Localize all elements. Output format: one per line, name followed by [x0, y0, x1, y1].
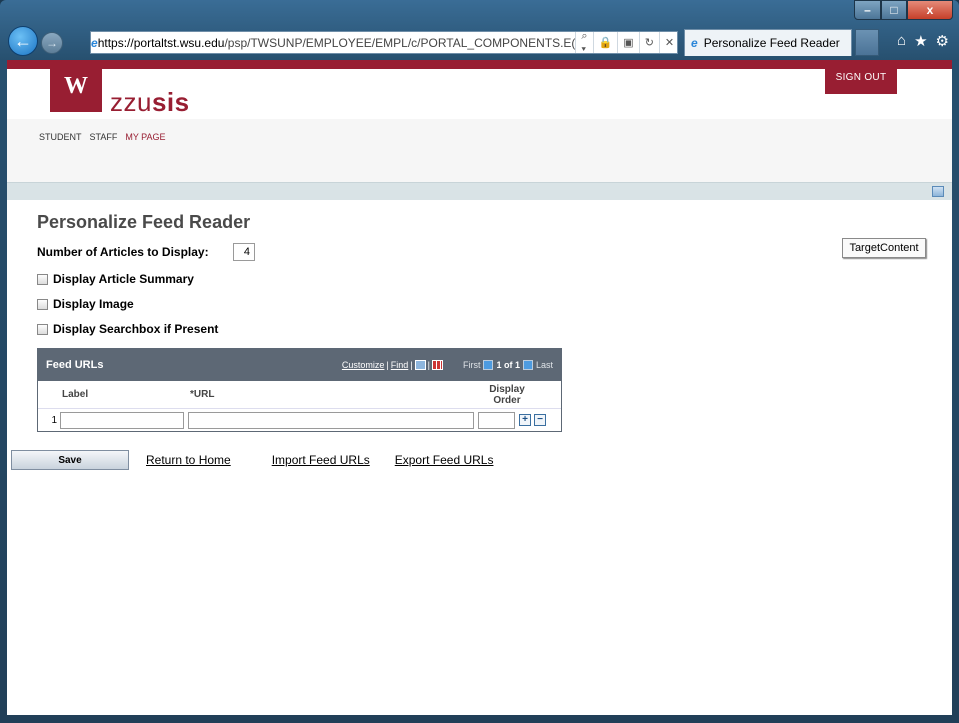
- forward-button[interactable]: →: [41, 32, 63, 54]
- menu-item-staff[interactable]: STAFF: [90, 132, 118, 182]
- ie-tab-icon: e: [691, 36, 698, 50]
- url-host: portaltst.wsu.edu: [133, 35, 225, 50]
- find-link[interactable]: Find: [391, 360, 409, 370]
- import-feed-urls-link[interactable]: Import Feed URLs: [272, 453, 370, 467]
- return-to-home-link[interactable]: Return to Home: [146, 453, 231, 467]
- window-controls: – □ x: [854, 0, 953, 20]
- favorites-star-icon[interactable]: ★: [914, 32, 927, 50]
- previous-arrow-icon[interactable]: [483, 360, 494, 370]
- display-image-checkbox[interactable]: [37, 298, 48, 310]
- display-image-label: Display Image: [53, 297, 134, 311]
- url-scheme: https://: [97, 35, 134, 50]
- next-arrow-icon[interactable]: [522, 360, 533, 370]
- target-content-button[interactable]: TargetContent: [842, 238, 926, 258]
- delete-row-icon[interactable]: −: [534, 414, 546, 426]
- main-menu: STUDENT STAFF MY PAGE: [7, 119, 952, 182]
- column-display-order: Display Order: [489, 383, 525, 406]
- option-row[interactable]: Display Searchbox if Present: [37, 322, 952, 336]
- action-row: Save Return to Home Import Feed URLs Exp…: [11, 450, 952, 470]
- row-number: 1: [51, 414, 57, 426]
- display-summary-checkbox[interactable]: [37, 273, 48, 285]
- page-info: 1 of 1: [496, 360, 520, 370]
- column-label: Label: [62, 389, 89, 400]
- menu-item-student[interactable]: STUDENT: [39, 132, 82, 182]
- browser-window: – □ x ← → e https://portaltst.wsu.edu/ps…: [0, 0, 959, 723]
- utility-bar: [7, 182, 952, 200]
- num-articles-input[interactable]: 4: [233, 243, 255, 261]
- site-header: W zzusis SIGN OUT: [7, 60, 952, 119]
- wsu-cougar-logo-icon[interactable]: W: [50, 60, 102, 112]
- page-layout-icon[interactable]: [932, 186, 944, 197]
- display-searchbox-label: Display Searchbox if Present: [53, 322, 219, 336]
- feed-urls-grid: Feed URLs Customize | Find | | First 1 o…: [37, 348, 562, 432]
- maximize-button[interactable]: □: [881, 0, 907, 20]
- compat-view-icon[interactable]: ▣: [617, 32, 638, 53]
- grid-column-headers: Label *URL Display Order: [38, 381, 561, 409]
- url-path: /psp/TWSUNP/EMPLOYEE/EMPL/c/PORTAL_COMPO…: [224, 35, 576, 50]
- page-title: Personalize Feed Reader: [37, 212, 251, 232]
- display-summary-label: Display Article Summary: [53, 272, 194, 286]
- page-content: W zzusis SIGN OUT STUDENT STAFF MY PAGE …: [7, 60, 952, 715]
- sign-out-button[interactable]: SIGN OUT: [825, 60, 897, 94]
- num-articles-row: Number of Articles to Display: 4: [37, 243, 952, 261]
- add-row-icon[interactable]: +: [519, 414, 531, 426]
- refresh-icon[interactable]: ↻: [638, 32, 659, 53]
- option-row[interactable]: Display Article Summary: [37, 272, 952, 286]
- grid-title: Feed URLs: [46, 359, 104, 371]
- minimize-button[interactable]: –: [854, 0, 881, 20]
- top-accent-bar: [7, 60, 952, 69]
- address-tools: ⌕ ▾ 🔒 ▣ ↻ ✕: [575, 30, 679, 55]
- home-icon[interactable]: ⌂: [897, 32, 906, 50]
- table-row: 1 + −: [38, 409, 561, 431]
- first-label: First: [462, 360, 481, 370]
- browser-tab[interactable]: e Personalize Feed Reader: [684, 29, 852, 56]
- display-searchbox-checkbox[interactable]: [37, 323, 48, 335]
- tools-gear-icon[interactable]: ⚙: [936, 32, 949, 50]
- save-button[interactable]: Save: [11, 450, 129, 470]
- num-articles-label: Number of Articles to Display:: [37, 245, 209, 259]
- grid-header: Feed URLs Customize | Find | | First 1 o…: [38, 349, 561, 381]
- back-button[interactable]: ←: [8, 26, 38, 56]
- browser-navbar: ← → e https://portaltst.wsu.edu/psp/TWSU…: [0, 24, 959, 60]
- display-order-field[interactable]: [478, 411, 515, 429]
- close-button[interactable]: x: [907, 0, 953, 20]
- view-all-icon[interactable]: [414, 360, 426, 370]
- ie-logo-icon: e: [91, 35, 98, 50]
- export-feed-urls-link[interactable]: Export Feed URLs: [395, 453, 494, 467]
- new-tab-button[interactable]: [855, 29, 879, 56]
- forward-arrow-icon: →: [46, 36, 58, 50]
- label-field[interactable]: [60, 411, 184, 429]
- toolbar-icons: ⌂ ★ ⚙: [897, 32, 949, 50]
- lock-icon[interactable]: 🔒: [592, 32, 618, 53]
- personalize-form: Personalize Feed Reader Number of Articl…: [7, 212, 952, 470]
- tab-title: Personalize Feed Reader: [703, 36, 840, 50]
- menu-item-my-page[interactable]: MY PAGE: [125, 132, 165, 182]
- option-row[interactable]: Display Image: [37, 297, 952, 311]
- grid-pager: First 1 of 1 Last: [463, 360, 553, 370]
- stop-icon[interactable]: ✕: [658, 32, 679, 53]
- download-grid-icon[interactable]: [431, 360, 443, 370]
- brand-logo-text: zzusis: [110, 87, 190, 117]
- column-url: *URL: [190, 389, 215, 400]
- search-icon[interactable]: ⌕ ▾: [575, 30, 592, 55]
- back-arrow-icon: ←: [14, 30, 32, 51]
- url-field[interactable]: [188, 411, 474, 429]
- grid-links: Customize | Find | | First 1 of 1 Last: [341, 360, 553, 370]
- address-bar[interactable]: e https://portaltst.wsu.edu/psp/TWSUNP/E…: [90, 30, 679, 55]
- last-label: Last: [535, 360, 553, 370]
- customize-link[interactable]: Customize: [342, 360, 385, 370]
